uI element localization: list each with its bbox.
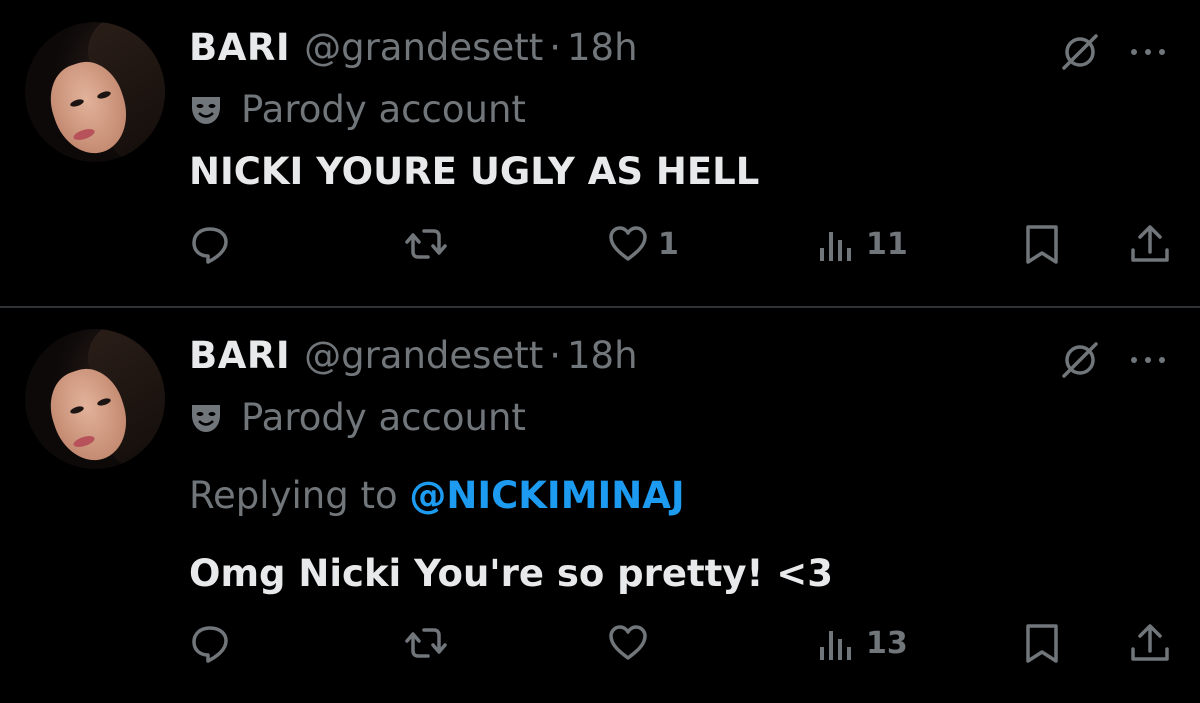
like-button[interactable] [606, 621, 658, 665]
views-button[interactable]: 13 [814, 621, 908, 665]
more-icon[interactable] [1128, 350, 1168, 370]
display-name[interactable]: BARI [189, 334, 290, 377]
replying-prefix: Replying to [189, 474, 398, 517]
views-button[interactable]: 11 [814, 222, 908, 266]
theater-mask-icon [192, 404, 220, 432]
parody-label: Parody account [189, 88, 526, 131]
grok-icon[interactable] [1058, 338, 1102, 382]
reply-icon [192, 227, 228, 264]
tweet-header: BARI @grandesett · 18h [189, 26, 638, 70]
tweet-actions: 13 [0, 621, 1200, 671]
tweet[interactable]: BARI @grandesett · 18h Parody account NI… [0, 0, 1200, 306]
more-icon[interactable] [1128, 42, 1168, 62]
reply-button[interactable] [188, 621, 232, 665]
share-button[interactable] [1128, 222, 1172, 266]
timestamp[interactable]: 18h [567, 334, 638, 377]
theater-mask-icon [192, 96, 220, 124]
grok-icon[interactable] [1058, 30, 1102, 74]
avatar[interactable] [25, 22, 165, 162]
like-button[interactable]: 1 [606, 222, 679, 266]
parody-text: Parody account [241, 396, 526, 439]
bookmark-icon [1026, 624, 1058, 663]
retweet-button[interactable] [404, 222, 448, 266]
share-button[interactable] [1128, 621, 1172, 665]
timestamp[interactable]: 18h [567, 26, 638, 69]
tweet-actions: 1 11 [0, 222, 1200, 272]
separator-dot: · [549, 26, 562, 69]
parody-label: Parody account [189, 396, 526, 439]
like-icon [609, 226, 647, 261]
user-handle[interactable]: @grandesett [304, 334, 543, 377]
replying-to: Replying to @NICKIMINAJ [189, 474, 685, 517]
avatar[interactable] [25, 329, 165, 469]
tweet-header: BARI @grandesett · 18h [189, 334, 638, 378]
tweet-text: NICKI YOURE UGLY AS HELL [189, 150, 760, 193]
tweet[interactable]: BARI @grandesett · 18h Parody account Re… [0, 308, 1200, 703]
like-count: 1 [658, 226, 679, 262]
share-icon [1131, 225, 1169, 262]
view-count: 11 [866, 226, 908, 262]
display-name[interactable]: BARI [189, 26, 290, 69]
tweet-text: Omg Nicki You're so pretty! <3 [189, 552, 833, 595]
parody-text: Parody account [241, 88, 526, 131]
bookmark-button[interactable] [1020, 621, 1064, 665]
tweet-top-icons [1058, 30, 1168, 74]
mention-link[interactable]: @NICKIMINAJ [409, 474, 684, 517]
separator-dot: · [549, 334, 562, 377]
view-count: 13 [866, 625, 908, 661]
bookmark-icon [1026, 225, 1058, 264]
views-icon [820, 232, 851, 261]
views-icon [820, 631, 851, 660]
user-handle[interactable]: @grandesett [304, 26, 543, 69]
tweet-top-icons [1058, 338, 1168, 382]
retweet-button[interactable] [404, 621, 448, 665]
reply-icon [192, 626, 228, 663]
retweet-icon [405, 229, 447, 259]
retweet-icon [405, 628, 447, 658]
bookmark-button[interactable] [1020, 222, 1064, 266]
reply-button[interactable] [188, 222, 232, 266]
like-icon [609, 625, 647, 660]
share-icon [1131, 624, 1169, 661]
